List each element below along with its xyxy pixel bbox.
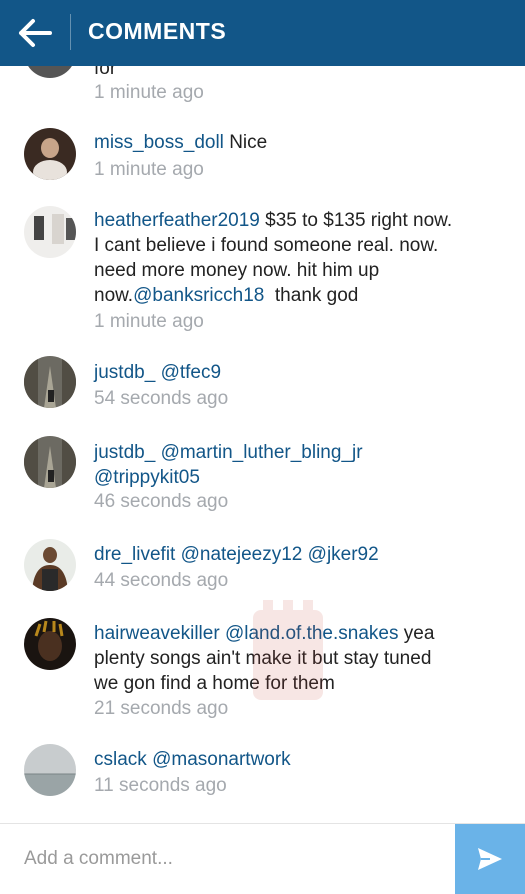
comment-username[interactable]: justdb_ — [94, 362, 155, 383]
comment-username[interactable]: hairweavekiller — [94, 623, 220, 644]
avatar[interactable] — [24, 66, 76, 78]
comment-time: 11 seconds ago — [94, 775, 227, 796]
back-button[interactable] — [0, 0, 70, 66]
comment-username[interactable]: miss_boss_doll — [94, 132, 224, 153]
comment-body: for — [94, 66, 117, 79]
comment-mention[interactable]: @martin_luther_bling_jr — [161, 442, 363, 463]
comment-username[interactable]: justdb_ — [94, 442, 155, 463]
comment-text: justdb_ @tfec9 — [94, 360, 504, 385]
comment-mention[interactable]: @trippykit05 — [94, 467, 200, 488]
comment-text: miss_boss_doll Nice — [94, 130, 504, 155]
avatar[interactable] — [24, 744, 76, 796]
arrow-left-icon — [19, 19, 52, 47]
comment-body: yea — [403, 623, 435, 644]
comment-body: Nice — [229, 132, 268, 153]
comment-mention[interactable]: @tfec9 — [161, 362, 221, 383]
comment-time: 46 seconds ago — [94, 491, 229, 512]
comment-mention[interactable]: @banksricch18 — [133, 285, 264, 306]
comment-time: 1 minute ago — [94, 311, 204, 332]
comment-composer — [0, 823, 525, 894]
comments-list[interactable]: for 1 minute ago miss_boss_doll Nice 1 m… — [0, 66, 525, 823]
comment-body: I cant believe i found someone real. now… — [94, 235, 439, 256]
comment-username[interactable]: heatherfeather2019 — [94, 210, 260, 231]
header-divider — [70, 14, 71, 50]
avatar[interactable] — [24, 128, 76, 180]
comment-time: 54 seconds ago — [94, 388, 229, 409]
comment-mention[interactable]: @jker92 — [308, 544, 379, 565]
comment-body: now. — [94, 285, 134, 306]
avatar[interactable] — [24, 356, 76, 408]
comment-time: 21 seconds ago — [94, 698, 229, 719]
comment-text: hairweavekiller @land.of.the.snakes yea … — [94, 621, 504, 696]
comment-body: thank god — [274, 285, 359, 306]
comment-body: $35 to $135 right now. — [265, 210, 453, 231]
comment-text: justdb_ @martin_luther_bling_jr @trippyk… — [94, 440, 504, 490]
comment-mention[interactable]: @land.of.the.snakes — [225, 623, 399, 644]
comment-time: 44 seconds ago — [94, 570, 229, 591]
app-header: COMMENTS — [0, 0, 525, 66]
avatar[interactable] — [24, 539, 76, 591]
send-button[interactable] — [455, 824, 525, 894]
avatar[interactable] — [24, 436, 76, 488]
comment-body: need more money now. hit him up — [94, 260, 380, 281]
page-title: COMMENTS — [88, 18, 227, 44]
comment-mention[interactable]: @natejeezy12 — [181, 544, 303, 565]
avatar[interactable] — [24, 618, 76, 670]
comment-time: 1 minute ago — [94, 82, 204, 103]
avatar[interactable] — [24, 206, 76, 258]
send-icon — [478, 848, 502, 870]
comment-text: heatherfeather2019 $35 to $135 right now… — [94, 208, 504, 308]
comment-mention[interactable]: @masonartwork — [152, 749, 291, 770]
comment-text: for — [94, 66, 504, 81]
comment-username[interactable]: cslack — [94, 749, 147, 770]
comment-body: we gon find a home for them — [94, 673, 335, 694]
comment-text: dre_livefit @natejeezy12 @jker92 — [94, 542, 504, 567]
comment-body: plenty songs ain't make it but stay tune… — [94, 648, 432, 669]
comment-text: cslack @masonartwork — [94, 747, 504, 772]
comment-username[interactable]: dre_livefit — [94, 544, 175, 565]
comment-input[interactable] — [0, 824, 455, 894]
comment-time: 1 minute ago — [94, 159, 204, 180]
